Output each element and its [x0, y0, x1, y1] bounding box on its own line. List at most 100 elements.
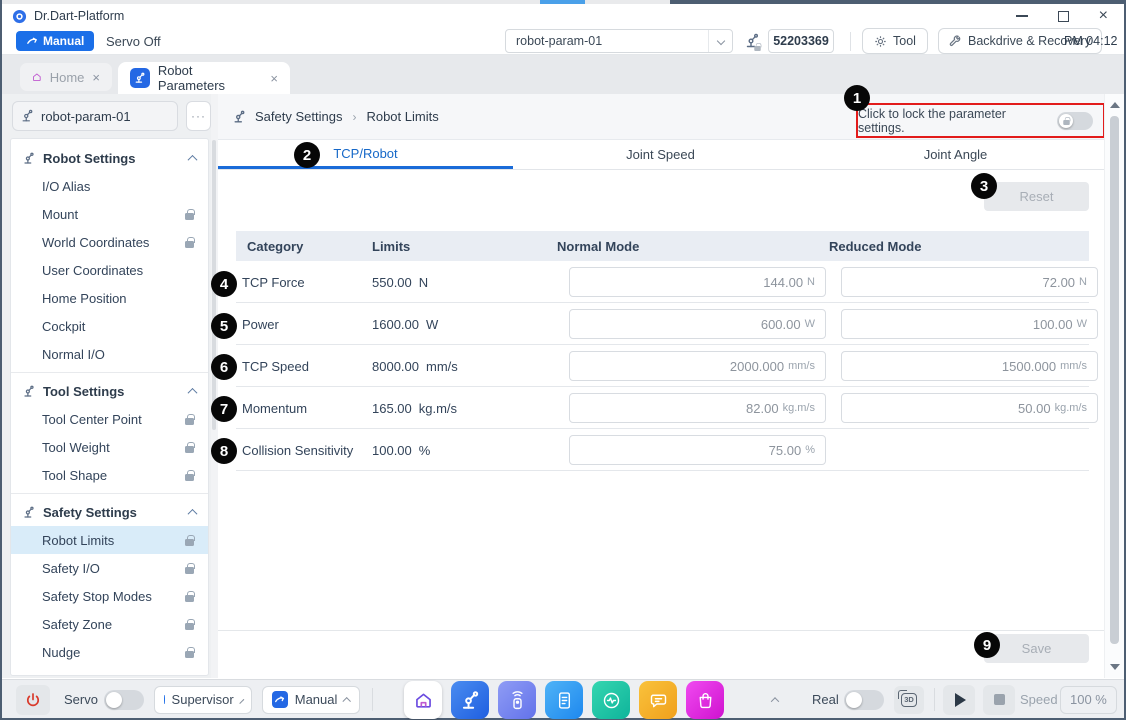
sidebar-section-tool-settings[interactable]: Tool Settings — [11, 377, 208, 405]
lock-icon — [185, 446, 194, 453]
sidebar-item-tool-shape[interactable]: Tool Shape — [11, 461, 208, 489]
lock-icon — [185, 623, 194, 630]
sidebar-section-safety-settings[interactable]: Safety Settings — [11, 498, 208, 526]
maximize-icon[interactable] — [1058, 11, 1069, 22]
sidebar-scrollbar[interactable] — [211, 94, 218, 678]
reduced-mode-input[interactable]: 1500.000mm/s — [841, 351, 1098, 381]
dock-collapse-icon[interactable] — [771, 697, 779, 705]
window-tab-strip: Home × Robot Parameters × — [2, 55, 1124, 94]
robot-parameters-icon — [130, 68, 150, 88]
top-toolbar: Manual Servo Off robot-param-01 52203369… — [2, 28, 1124, 55]
scroll-up-icon[interactable] — [1110, 102, 1120, 108]
tab-joint-angle[interactable]: Joint Angle — [808, 140, 1103, 169]
tab-robot-parameters[interactable]: Robot Parameters × — [118, 62, 290, 94]
robot-lock-icon — [745, 33, 761, 54]
sidebar-item-safety-stop-modes[interactable]: Safety Stop Modes — [11, 582, 208, 610]
table-row: TCP Speed 8000.00mm/s 2000.000mm/s 1500.… — [236, 345, 1089, 387]
lock-parameters-toggle[interactable] — [1057, 112, 1093, 130]
play-button[interactable] — [943, 685, 975, 715]
scrollbar-thumb[interactable] — [1110, 116, 1119, 644]
jog-pendant-app-icon[interactable] — [498, 681, 536, 719]
user-role-select[interactable]: Supervisor — [154, 686, 252, 714]
power-button[interactable] — [16, 685, 50, 715]
sidebar-item-user-coordinates[interactable]: User Coordinates — [11, 256, 208, 284]
param-menu-button[interactable]: ··· — [186, 101, 211, 131]
breadcrumb-section[interactable]: Safety Settings — [255, 109, 342, 124]
robot-settings-app-icon[interactable] — [451, 681, 489, 719]
normal-mode-input[interactable]: 600.00W — [569, 309, 826, 339]
chevron-down-icon — [716, 37, 724, 45]
content-scrollbar[interactable] — [1104, 94, 1124, 678]
message-app-icon[interactable] — [639, 681, 677, 719]
annotation-6: 6 — [211, 354, 237, 380]
sidebar-item-robot-limits[interactable]: Robot Limits — [11, 526, 208, 554]
operation-mode-select[interactable]: Manual — [262, 686, 360, 714]
divider — [11, 493, 208, 494]
save-button[interactable]: Save — [984, 634, 1089, 663]
sidebar-item-tool-center-point[interactable]: Tool Center Point — [11, 405, 208, 433]
close-icon[interactable]: × — [1099, 8, 1108, 24]
reduced-mode-input[interactable]: 100.00W — [841, 309, 1098, 339]
app-window: Dr.Dart-Platform × Manual Servo Off robo… — [0, 0, 1126, 720]
sidebar-item-world-coordinates[interactable]: World Coordinates — [11, 228, 208, 256]
sidebar-item-safety-zone[interactable]: Safety Zone — [11, 610, 208, 638]
close-tab-icon[interactable]: × — [92, 70, 100, 85]
normal-mode-input[interactable]: 144.00N — [569, 267, 826, 297]
sidebar-item-io-alias[interactable]: I/O Alias — [11, 172, 208, 200]
col-normal-mode: Normal Mode — [557, 239, 639, 254]
chevron-right-icon: › — [352, 110, 356, 124]
close-tab-icon[interactable]: × — [270, 71, 278, 86]
scroll-down-icon[interactable] — [1110, 664, 1120, 670]
real-mode-toggle[interactable] — [844, 690, 884, 710]
col-limits: Limits — [372, 239, 410, 254]
sidebar-item-tool-weight[interactable]: Tool Weight — [11, 433, 208, 461]
home-app-icon[interactable] — [404, 681, 442, 719]
normal-mode-input[interactable]: 2000.000mm/s — [569, 351, 826, 381]
col-category: Category — [247, 239, 303, 254]
divider — [372, 688, 373, 711]
table-header: Category Limits Normal Mode Reduced Mode — [236, 231, 1089, 261]
lock-icon — [185, 567, 194, 574]
sidebar-item-cockpit[interactable]: Cockpit — [11, 312, 208, 340]
robot-icon — [21, 109, 35, 123]
annotation-7: 7 — [211, 396, 237, 422]
normal-mode-input[interactable]: 75.00% — [569, 435, 826, 465]
manual-mode-button[interactable]: Manual — [16, 31, 94, 51]
speed-value[interactable]: 100 % — [1060, 686, 1117, 714]
app-title: Dr.Dart-Platform — [34, 9, 124, 23]
tool-button[interactable]: Tool — [862, 28, 928, 54]
bottom-status-bar: Servo Supervisor Manual — [2, 679, 1124, 718]
3d-view-icon: 3D — [901, 693, 918, 707]
lock-icon — [185, 651, 194, 658]
3d-view-button[interactable]: 3D — [894, 686, 924, 714]
store-app-icon[interactable] — [686, 681, 724, 719]
row-category: Power — [242, 317, 279, 332]
stop-button[interactable] — [983, 685, 1015, 715]
reduced-mode-input[interactable]: 72.00N — [841, 267, 1098, 297]
row-limit: 100.00% — [372, 443, 430, 458]
param-file-select[interactable]: robot-param-01 — [505, 29, 733, 53]
robot-icon — [26, 35, 38, 47]
sidebar-item-mount[interactable]: Mount — [11, 200, 208, 228]
monitoring-app-icon[interactable] — [592, 681, 630, 719]
lock-icon — [185, 474, 194, 481]
tab-home[interactable]: Home × — [20, 63, 112, 91]
divider — [11, 372, 208, 373]
sidebar-section-robot-settings[interactable]: Robot Settings — [11, 144, 208, 172]
minimize-icon[interactable] — [1016, 15, 1028, 17]
sidebar-item-home-position[interactable]: Home Position — [11, 284, 208, 312]
reduced-mode-input[interactable]: 50.00kg.m/s — [841, 393, 1098, 423]
normal-mode-input[interactable]: 82.00kg.m/s — [569, 393, 826, 423]
task-writer-app-icon[interactable] — [545, 681, 583, 719]
reset-button[interactable]: Reset — [984, 182, 1089, 211]
param-name-field[interactable]: robot-param-01 — [12, 101, 178, 131]
tab-joint-speed[interactable]: Joint Speed — [513, 140, 808, 169]
table-row: Collision Sensitivity 100.00% 75.00% — [236, 429, 1089, 471]
tab-tcp-robot[interactable]: TCP/Robot — [218, 140, 513, 169]
row-category: TCP Force — [242, 275, 305, 290]
sidebar: robot-param-01 ··· Robot Settings I/O Al… — [2, 94, 211, 678]
servo-toggle[interactable] — [104, 690, 144, 710]
sidebar-item-safety-io[interactable]: Safety I/O — [11, 554, 208, 582]
sidebar-item-normal-io[interactable]: Normal I/O — [11, 340, 208, 368]
sidebar-item-nudge[interactable]: Nudge — [11, 638, 208, 666]
